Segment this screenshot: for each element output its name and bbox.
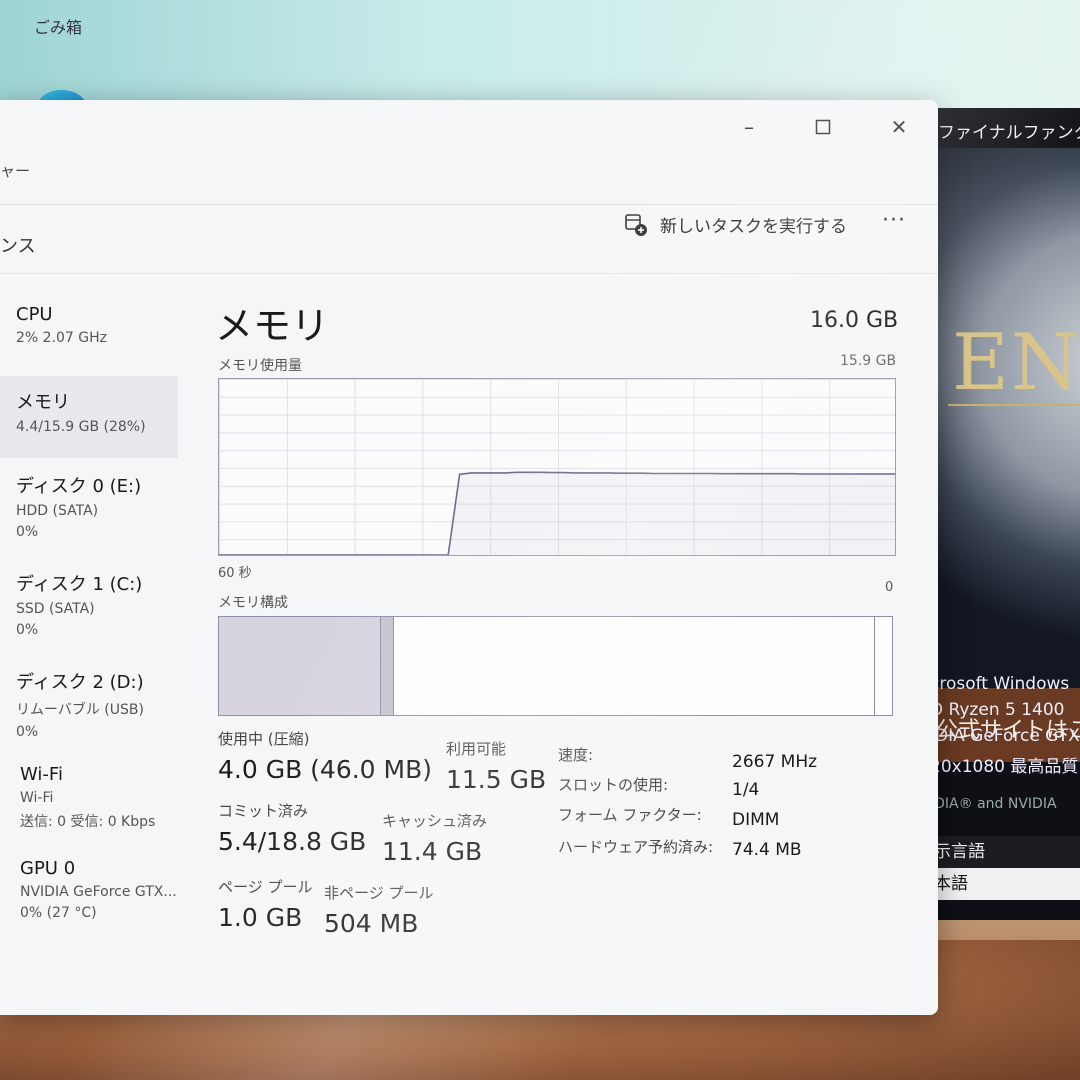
sidebar-item-usage: 0%: [16, 622, 39, 638]
detail-slots-value: 1/4: [732, 780, 760, 800]
sidebar-item-usage: 0% (27 °C): [20, 905, 97, 921]
game-window-title: ファイナルファンタジ: [938, 123, 1080, 143]
graph-time-right: 0: [885, 580, 894, 595]
sidebar-item-detail: Wi-Fi: [20, 790, 54, 806]
background-game-window[interactable]: ファイナルファンタジ EN 公式サイトはこ crosoft Windows D …: [930, 108, 1080, 920]
sidebar-item-detail: リムーバブル (USB): [16, 702, 144, 718]
sidebar-item-detail: 2% 2.07 GHz: [16, 330, 108, 346]
title-bar[interactable]: – ✕: [0, 100, 938, 148]
sidebar-item-label: Wi-Fi: [20, 764, 63, 785]
detail-form-factor-label: フォーム ファクター:: [558, 806, 702, 824]
task-manager-window: – ✕ ャー ンス 新しいタスクを実行する ··· CPU 2% 2.07 GH…: [0, 100, 938, 1015]
sidebar-item-wifi[interactable]: Wi-Fi Wi-Fi 送信: 0 受信: 0 Kbps: [0, 762, 178, 852]
performance-heading: ンス: [0, 236, 36, 257]
stat-value: 504 MB: [324, 909, 419, 938]
detail-speed-value: 2667 MHz: [732, 752, 818, 772]
stat-label: 非ページ プール: [324, 884, 434, 902]
sidebar-item-disk-0[interactable]: ディスク 0 (E:) HDD (SATA) 0%: [0, 470, 178, 560]
stat-in-use: 使用中 (圧縮) 4.0 GB (46.0 MB): [218, 728, 432, 784]
total-memory: 16.0 GB: [810, 308, 899, 333]
stat-paged-pool: ページ プール 1.0 GB: [218, 876, 312, 932]
memory-usage-max: 15.9 GB: [840, 353, 897, 369]
memory-usage-label: メモリ使用量: [218, 358, 302, 374]
stat-label: コミット済み: [218, 802, 309, 820]
composition-in-use: [219, 617, 381, 715]
sidebar-item-detail: 4.4/15.9 GB (28%): [16, 419, 146, 435]
stat-label: 利用可能: [446, 740, 507, 758]
sidebar-item-label: ディスク 0 (E:): [16, 476, 142, 497]
sidebar-item-usage: 0%: [16, 724, 39, 740]
stat-label: キャッシュ済み: [382, 812, 488, 830]
sidebar-item-label: GPU 0: [20, 858, 76, 879]
maximize-icon[interactable]: [808, 112, 838, 142]
sidebar-item-disk-1[interactable]: ディスク 1 (C:) SSD (SATA) 0%: [0, 568, 178, 658]
detail-speed-label: 速度:: [558, 746, 594, 764]
minimize-icon[interactable]: –: [734, 112, 764, 142]
detail-reserved-label: ハードウェア予約済み:: [558, 838, 714, 856]
sidebar-item-usage: 送信: 0 受信: 0 Kbps: [20, 814, 156, 830]
sidebar-item-disk-2[interactable]: ディスク 2 (D:) リムーバブル (USB) 0%: [0, 666, 178, 756]
sidebar-item-cpu[interactable]: CPU 2% 2.07 GHz: [0, 296, 178, 366]
close-icon[interactable]: ✕: [884, 112, 914, 142]
stat-value: 4.0 GB (46.0 MB): [218, 755, 433, 784]
trademark-note: IDIA® and NVIDIA: [930, 796, 1057, 812]
stat-label: 使用中 (圧縮): [218, 730, 310, 748]
game-logo: EN: [952, 318, 1080, 408]
memory-composition-bar: [218, 616, 893, 716]
run-task-icon: [625, 213, 647, 236]
game-key-art: [930, 148, 1080, 688]
sidebar-item-label: メモリ: [16, 392, 70, 413]
spec-line-gpu: IDIA GeForce GTX: [930, 726, 1080, 746]
detail-slots-label: スロットの使用:: [558, 776, 669, 794]
sidebar-item-label: ディスク 1 (C:): [16, 574, 143, 595]
memory-composition-label: メモリ構成: [218, 595, 288, 611]
sidebar-item-gpu-0[interactable]: GPU 0 NVIDIA GeForce GTX... 0% (27 °C): [0, 856, 178, 946]
game-logo-rule: [948, 404, 1080, 406]
stat-nonpaged-pool: 非ページ プール 504 MB: [324, 882, 433, 938]
sidebar-item-detail: SSD (SATA): [16, 601, 95, 617]
composition-free: [874, 617, 894, 715]
sidebar-item-label: CPU: [16, 304, 53, 325]
spec-line-cpu: D Ryzen 5 1400: [930, 700, 1065, 720]
usage-area: [219, 472, 895, 555]
memory-usage-line-chart: [219, 471, 895, 555]
composition-standby: [394, 617, 874, 715]
language-select[interactable]: 本語: [930, 868, 1080, 900]
stat-value: 1.0 GB: [218, 903, 303, 932]
stat-available: 利用可能 11.5 GB: [446, 738, 546, 794]
composition-modified: [381, 617, 394, 715]
memory-usage-graph: [218, 378, 896, 556]
app-title: ャー: [0, 162, 31, 180]
stat-label: ページ プール: [218, 878, 313, 896]
stat-value: 11.4 GB: [382, 837, 483, 866]
run-new-task-button[interactable]: 新しいタスクを実行する: [624, 212, 847, 237]
more-options-icon[interactable]: ···: [882, 208, 906, 233]
stat-cached: キャッシュ済み 11.4 GB: [382, 810, 487, 866]
language-label: 示言語: [930, 836, 1080, 868]
detail-form-factor-value: DIMM: [732, 810, 780, 830]
stat-committed: コミット済み 5.4/18.8 GB: [218, 800, 366, 856]
graph-time-left: 60 秒: [218, 566, 252, 581]
sidebar-item-label: ディスク 2 (D:): [16, 672, 144, 693]
sidebar-item-memory[interactable]: メモリ 4.4/15.9 GB (28%): [0, 376, 178, 458]
recycle-bin-label[interactable]: ごみ箱: [34, 14, 82, 38]
stat-value: 5.4/18.8 GB: [218, 827, 367, 856]
spec-line-resolution: 20x1080 最高品質: [930, 757, 1079, 777]
page-title: メモリ: [215, 304, 330, 348]
spec-line-os: crosoft Windows: [930, 674, 1070, 694]
detail-reserved-value: 74.4 MB: [732, 840, 802, 860]
stat-value: 11.5 GB: [446, 765, 547, 794]
sidebar-item-detail: HDD (SATA): [16, 503, 99, 519]
sidebar-item-detail: NVIDIA GeForce GTX...: [20, 884, 177, 900]
sidebar-item-usage: 0%: [16, 524, 39, 540]
run-new-task-label: 新しいタスクを実行する: [660, 217, 847, 237]
